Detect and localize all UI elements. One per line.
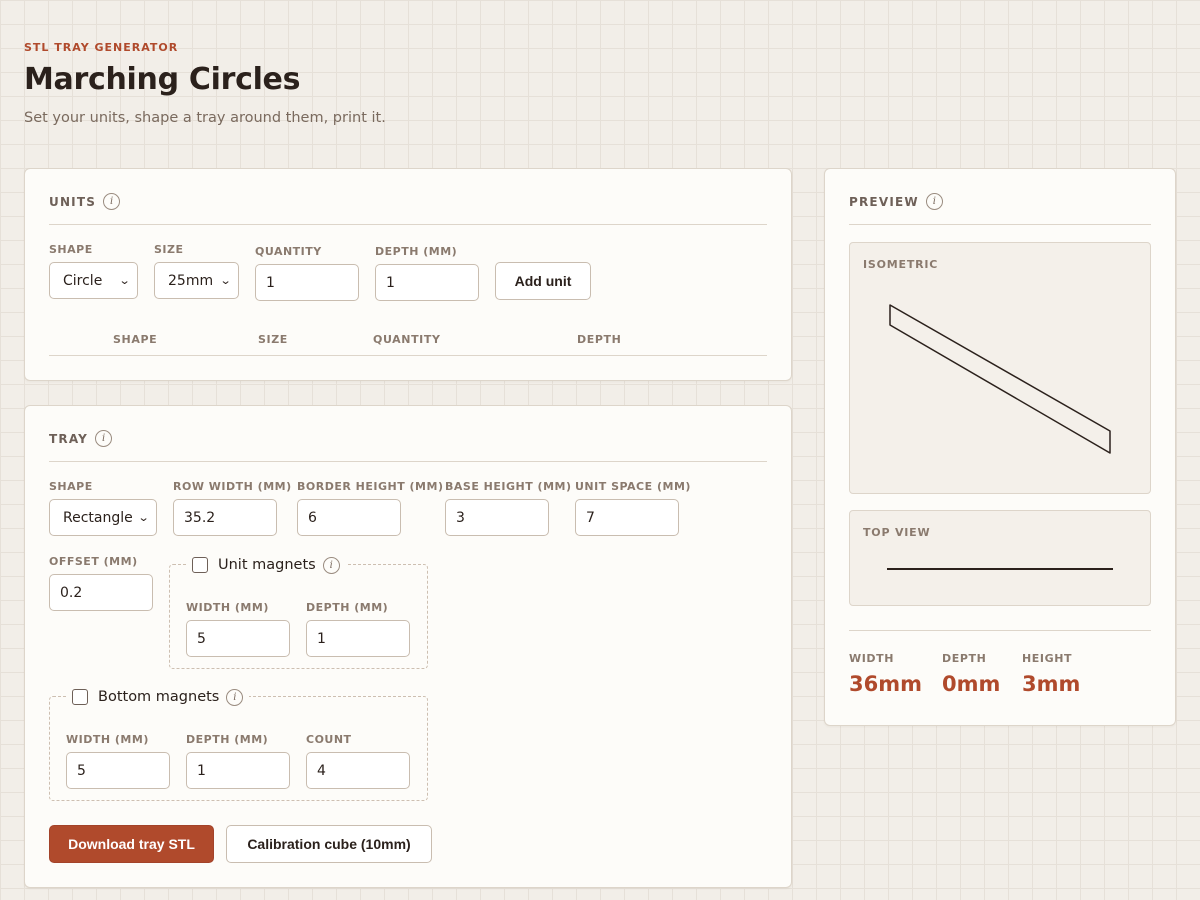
row-width-value: 35.2 bbox=[184, 509, 216, 526]
add-unit-button[interactable]: Add unit bbox=[495, 262, 591, 300]
height-dimension-value: 3mm bbox=[1022, 672, 1081, 696]
eyebrow-label: STL TRAY GENERATOR bbox=[24, 41, 179, 54]
isometric-tray-drawing bbox=[889, 304, 1111, 454]
unit-magnets-checkbox[interactable] bbox=[192, 557, 208, 573]
bottom-magnet-depth-label: DEPTH (MM) bbox=[186, 733, 269, 746]
bottom-magnets-label: Bottom magnets bbox=[98, 689, 220, 705]
row-width-input[interactable]: 35.2 bbox=[173, 499, 277, 536]
unit-quantity-label: QUANTITY bbox=[255, 245, 322, 258]
depth-dimension-value: 0mm bbox=[942, 672, 1001, 696]
download-tray-stl-button[interactable]: Download tray STL bbox=[49, 825, 214, 863]
info-icon[interactable]: i bbox=[226, 688, 244, 706]
unit-depth-label: DEPTH (MM) bbox=[375, 245, 458, 258]
tray-shape-value: Rectangle bbox=[63, 509, 133, 526]
unit-depth-value: 1 bbox=[386, 274, 395, 291]
base-height-label: BASE HEIGHT (MM) bbox=[445, 480, 572, 493]
offset-label: OFFSET (MM) bbox=[49, 555, 138, 568]
unit-magnets-label: Unit magnets bbox=[218, 557, 316, 573]
page-title: Marching Circles bbox=[24, 62, 301, 97]
unit-space-input[interactable]: 7 bbox=[575, 499, 679, 536]
top-view-panel: TOP VIEW bbox=[849, 510, 1151, 606]
units-table-divider bbox=[49, 355, 767, 356]
unit-magnets-legend: Unit magnets i bbox=[186, 554, 346, 576]
bottom-magnet-depth-input[interactable]: 1 bbox=[186, 752, 290, 789]
bottom-magnet-width-value: 5 bbox=[77, 762, 86, 779]
unit-shape-label: SHAPE bbox=[49, 243, 93, 256]
chevron-down-icon: ⌄ bbox=[137, 511, 150, 524]
bottom-magnet-width-label: WIDTH (MM) bbox=[66, 733, 149, 746]
page-subtitle: Set your units, shape a tray around them… bbox=[24, 110, 386, 126]
unit-space-value: 7 bbox=[586, 509, 595, 526]
border-height-label: BORDER HEIGHT (MM) bbox=[297, 480, 444, 493]
unit-size-label: SIZE bbox=[154, 243, 184, 256]
top-view-tray-line bbox=[887, 568, 1113, 570]
dimensions-divider bbox=[849, 630, 1151, 631]
column-header-quantity: QUANTITY bbox=[373, 333, 441, 346]
bottom-magnet-depth-value: 1 bbox=[197, 762, 206, 779]
height-dimension-label: HEIGHT bbox=[1022, 652, 1073, 665]
chevron-down-icon: ⌄ bbox=[118, 274, 131, 287]
bottom-magnet-count-value: 4 bbox=[317, 762, 326, 779]
base-height-value: 3 bbox=[456, 509, 465, 526]
bottom-magnet-count-label: COUNT bbox=[306, 733, 352, 746]
bottom-magnet-count-input[interactable]: 4 bbox=[306, 752, 410, 789]
width-dimension-label: WIDTH bbox=[849, 652, 895, 665]
offset-input[interactable]: 0.2 bbox=[49, 574, 153, 611]
info-icon[interactable]: i bbox=[103, 193, 121, 210]
info-icon[interactable]: i bbox=[95, 430, 113, 447]
unit-depth-input[interactable]: 1 bbox=[375, 264, 479, 301]
top-view-label: TOP VIEW bbox=[863, 526, 931, 539]
unit-quantity-value: 1 bbox=[266, 274, 275, 291]
unit-magnet-width-label: WIDTH (MM) bbox=[186, 601, 269, 614]
column-header-depth: DEPTH bbox=[577, 333, 622, 346]
unit-size-value: 25mm bbox=[168, 272, 214, 289]
unit-shape-select[interactable]: Circle ⌄ bbox=[49, 262, 138, 299]
tray-card: TRAY i SHAPE Rectangle ⌄ ROW WIDTH (MM) … bbox=[24, 405, 792, 888]
unit-magnet-width-input[interactable]: 5 bbox=[186, 620, 290, 657]
border-height-input[interactable]: 6 bbox=[297, 499, 401, 536]
calibration-cube-button[interactable]: Calibration cube (10mm) bbox=[226, 825, 432, 863]
unit-magnet-depth-input[interactable]: 1 bbox=[306, 620, 410, 657]
preview-card: PREVIEW i ISOMETRIC TOP VIEW WIDTH 36mm … bbox=[824, 168, 1176, 726]
units-title: UNITS bbox=[49, 195, 97, 209]
chevron-down-icon: ⌄ bbox=[219, 274, 232, 287]
preview-header: PREVIEW i bbox=[849, 193, 1151, 225]
tray-shape-label: SHAPE bbox=[49, 480, 93, 493]
info-icon[interactable]: i bbox=[925, 193, 943, 210]
unit-magnet-depth-value: 1 bbox=[317, 630, 326, 647]
offset-value: 0.2 bbox=[60, 584, 83, 601]
base-height-input[interactable]: 3 bbox=[445, 499, 549, 536]
info-icon[interactable]: i bbox=[322, 556, 340, 574]
row-width-label: ROW WIDTH (MM) bbox=[173, 480, 292, 493]
tray-shape-select[interactable]: Rectangle ⌄ bbox=[49, 499, 157, 536]
border-height-value: 6 bbox=[308, 509, 317, 526]
width-dimension-value: 36mm bbox=[849, 672, 922, 696]
tray-header: TRAY i bbox=[49, 430, 767, 462]
tray-title: TRAY bbox=[49, 432, 89, 446]
unit-shape-value: Circle bbox=[63, 272, 103, 289]
bottom-magnets-legend: Bottom magnets i bbox=[66, 686, 250, 708]
column-header-size: SIZE bbox=[258, 333, 288, 346]
bottom-magnets-checkbox[interactable] bbox=[72, 689, 88, 705]
column-header-shape: SHAPE bbox=[113, 333, 158, 346]
unit-magnet-depth-label: DEPTH (MM) bbox=[306, 601, 389, 614]
units-card: UNITS i SHAPE Circle ⌄ SIZE 25mm ⌄ QUANT… bbox=[24, 168, 792, 381]
unit-size-select[interactable]: 25mm ⌄ bbox=[154, 262, 239, 299]
unit-quantity-input[interactable]: 1 bbox=[255, 264, 359, 301]
depth-dimension-label: DEPTH bbox=[942, 652, 987, 665]
units-header: UNITS i bbox=[49, 193, 767, 225]
preview-title: PREVIEW bbox=[849, 195, 919, 209]
unit-space-label: UNIT SPACE (MM) bbox=[575, 480, 691, 493]
unit-magnet-width-value: 5 bbox=[197, 630, 206, 647]
isometric-panel: ISOMETRIC bbox=[849, 242, 1151, 494]
bottom-magnet-width-input[interactable]: 5 bbox=[66, 752, 170, 789]
